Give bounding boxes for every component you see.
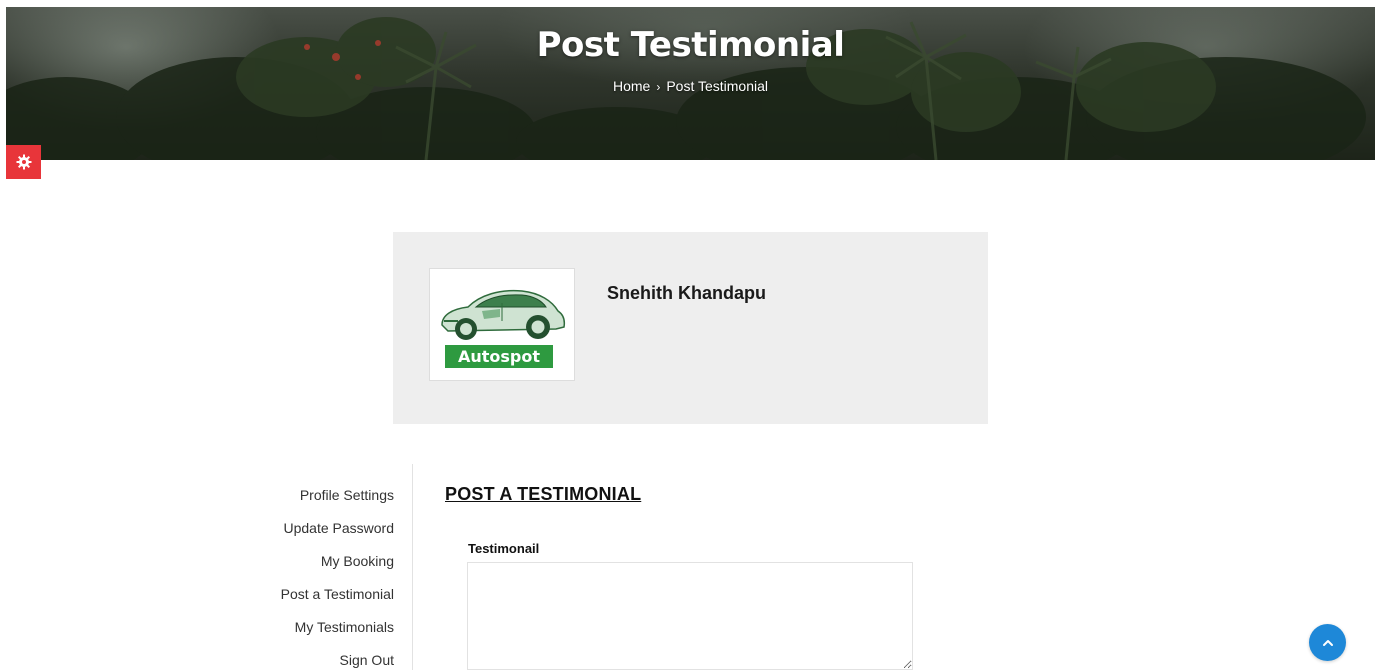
chevron-up-icon <box>1322 639 1333 646</box>
breadcrumb-home-link[interactable]: Home <box>613 78 650 94</box>
sidebar-nav: Profile Settings Update Password My Book… <box>200 464 413 670</box>
sidebar-item-update-password[interactable]: Update Password <box>283 520 394 536</box>
breadcrumb: Home › Post Testimonial <box>6 78 1375 94</box>
hero-banner: Post Testimonial Home › Post Testimonial <box>6 7 1375 160</box>
avatar: Autospot <box>429 268 575 381</box>
sidebar-item-profile-settings[interactable]: Profile Settings <box>300 487 394 503</box>
profile-card: Autospot Snehith Khandapu <box>393 232 988 424</box>
sidebar-item-sign-out[interactable]: Sign Out <box>340 652 394 668</box>
sidebar-item-my-booking[interactable]: My Booking <box>321 553 394 569</box>
gear-icon <box>16 154 31 170</box>
settings-button[interactable] <box>6 145 41 179</box>
testimonial-label: Testimonail <box>468 541 540 556</box>
breadcrumb-current: Post Testimonial <box>666 78 769 94</box>
user-name: Snehith Khandapu <box>607 283 766 303</box>
sidebar-item-post-testimonial[interactable]: Post a Testimonial <box>281 586 394 602</box>
scroll-top-button[interactable] <box>1309 624 1346 661</box>
brand-badge: Autospot <box>445 345 553 368</box>
form-section-title: POST A TESTIMONIAL <box>445 484 642 504</box>
breadcrumb-chevron-icon: › <box>656 80 661 94</box>
testimonial-textarea[interactable] <box>467 562 913 670</box>
car-logo-icon <box>441 289 566 340</box>
page-title: Post Testimonial <box>536 25 845 65</box>
sidebar-item-my-testimonials[interactable]: My Testimonials <box>295 619 394 635</box>
